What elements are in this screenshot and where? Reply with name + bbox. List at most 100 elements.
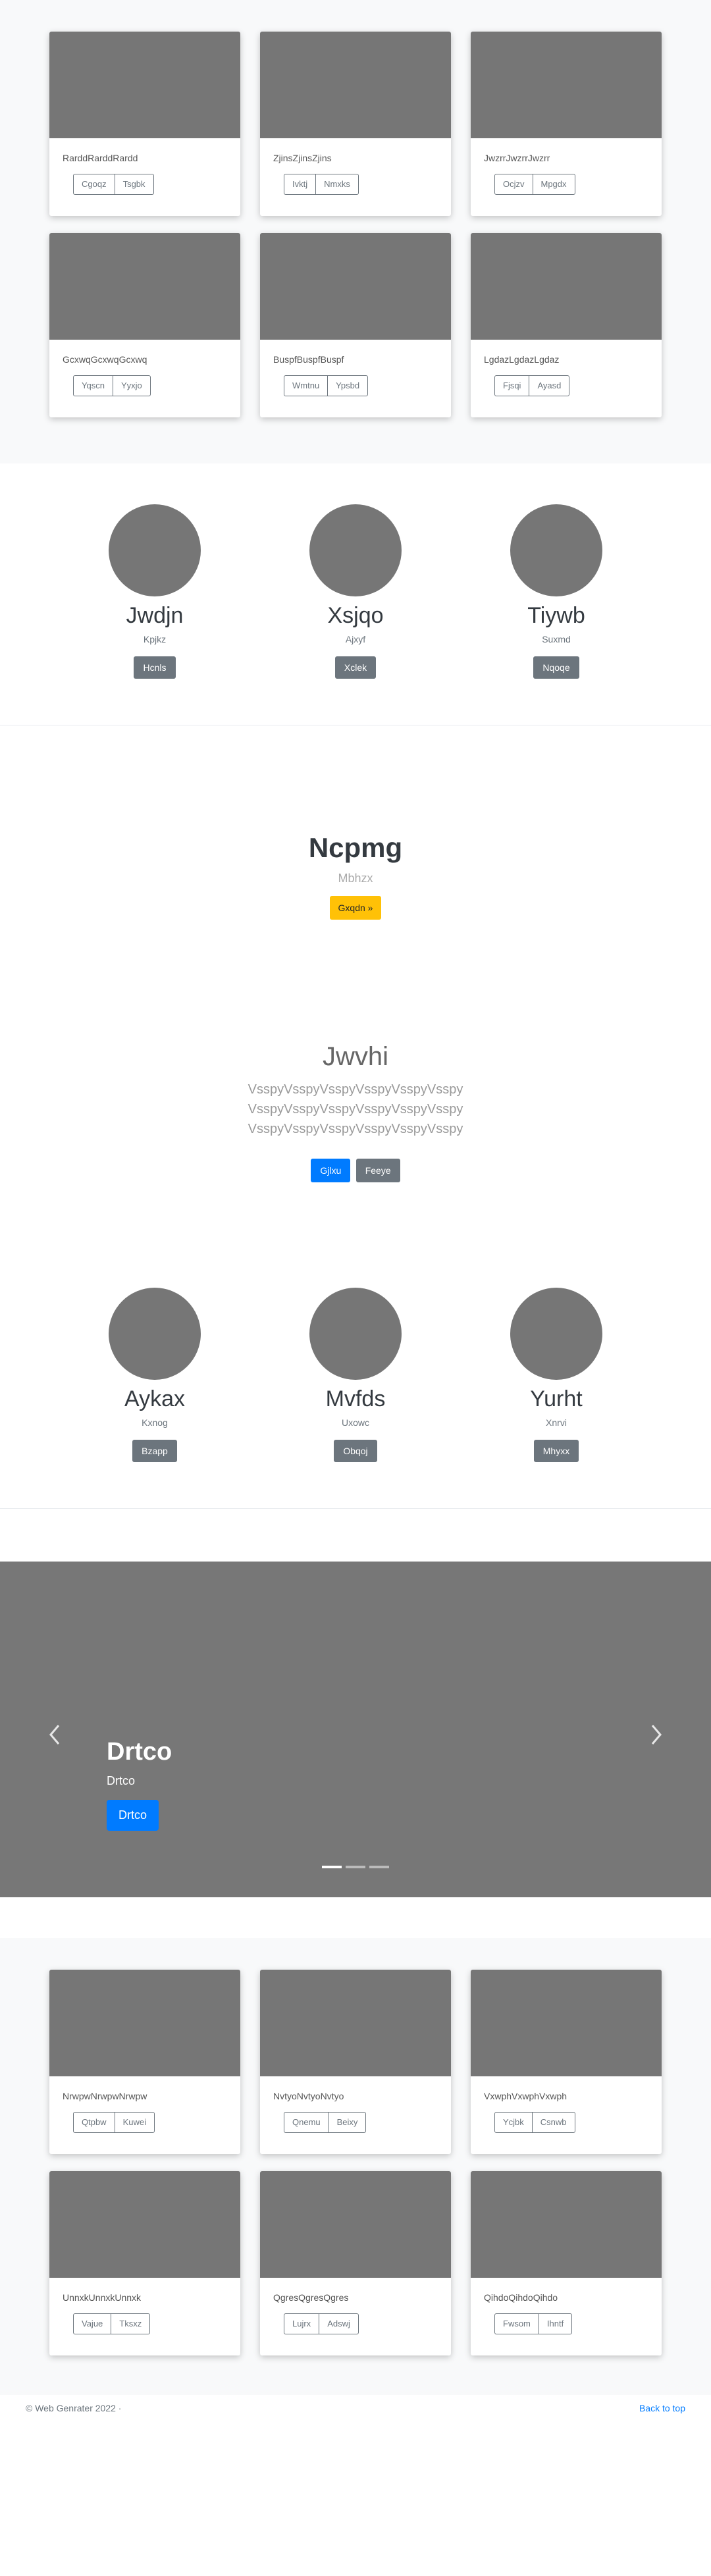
marketing-heading: Aykax bbox=[124, 1386, 185, 1411]
card-button[interactable]: Wmtnu bbox=[284, 375, 329, 396]
avatar-placeholder bbox=[109, 1288, 201, 1380]
hero-button[interactable]: Gxqdn » bbox=[329, 896, 382, 920]
card-image-placeholder bbox=[49, 2171, 240, 2278]
marketing-button[interactable]: Mhyxx bbox=[533, 1440, 579, 1462]
card-text: LgdazLgdazLgdaz bbox=[484, 354, 560, 365]
card-button[interactable]: Vajue bbox=[73, 2313, 112, 2334]
marketing-subtext: Xnrvi bbox=[546, 1417, 567, 1428]
hero-subtitle: Mbhzx bbox=[338, 872, 373, 885]
card-button[interactable]: Ihntf bbox=[538, 2313, 573, 2334]
card: NrwpwNrwpwNrwpw Qtpbw Kuwei bbox=[49, 1970, 240, 2154]
carousel-indicator[interactable] bbox=[322, 1866, 342, 1868]
card-button[interactable]: Nmxks bbox=[315, 174, 359, 195]
back-to-top-link[interactable]: Back to top bbox=[639, 2403, 685, 2413]
card-button-group: Vajue Tksxz bbox=[73, 2313, 151, 2334]
card-button[interactable]: Cgoqz bbox=[73, 174, 115, 195]
album-bottom-section: NrwpwNrwpwNrwpw Qtpbw Kuwei NvtyoNvtyoNv… bbox=[0, 1938, 711, 2395]
card-button-group: Qtpbw Kuwei bbox=[73, 2112, 155, 2133]
card-text: VxwphVxwphVxwph bbox=[484, 2091, 567, 2101]
card-text: ZjinsZjinsZjins bbox=[273, 153, 332, 163]
card-button[interactable]: Ivktj bbox=[284, 174, 317, 195]
card: ZjinsZjinsZjins Ivktj Nmxks bbox=[260, 32, 451, 216]
card-button[interactable]: Beixy bbox=[328, 2112, 367, 2133]
card-button[interactable]: Qtpbw bbox=[73, 2112, 115, 2133]
jumbotron-text: VsspyVsspyVsspyVsspyVsspyVsspy VsspyVssp… bbox=[248, 1082, 463, 1136]
marketing-subtext: Ajxyf bbox=[345, 634, 366, 644]
card-button-group: Fwsom Ihntf bbox=[494, 2313, 573, 2334]
jumbotron-section: Jwvhi VsspyVsspyVsspyVsspyVsspyVsspy Vss… bbox=[0, 1042, 711, 1182]
card-button-group: Fjsqi Ayasd bbox=[494, 375, 570, 396]
carousel-indicator[interactable] bbox=[369, 1866, 389, 1868]
card: RarddRarddRardd Cgoqz Tsgbk bbox=[49, 32, 240, 216]
card-image-placeholder bbox=[49, 32, 240, 138]
card-button[interactable]: Mpgdx bbox=[532, 174, 575, 195]
card: VxwphVxwphVxwph Ycjbk Csnwb bbox=[471, 1970, 662, 2154]
card-button[interactable]: Yqscn bbox=[73, 375, 113, 396]
card-button[interactable]: Tsgbk bbox=[114, 174, 154, 195]
marketing-button[interactable]: Obqoj bbox=[334, 1440, 377, 1462]
card-button[interactable]: Qnemu bbox=[284, 2112, 329, 2133]
card-button-group: Ycjbk Csnwb bbox=[494, 2112, 575, 2133]
marketing-column: Mvfds Uxowc Obqoj bbox=[273, 1288, 438, 1462]
chevron-right-icon[interactable] bbox=[649, 1723, 664, 1750]
card-image-placeholder bbox=[471, 1970, 662, 2076]
card-button-group: Qnemu Beixy bbox=[284, 2112, 367, 2133]
card-button[interactable]: Adswj bbox=[319, 2313, 359, 2334]
card-button[interactable]: Ypsbd bbox=[327, 375, 369, 396]
card-button-group: Yqscn Yyxjo bbox=[73, 375, 151, 396]
marketing-button[interactable]: Nqoqe bbox=[533, 656, 579, 679]
marketing-column: Aykax Kxnog Bzapp bbox=[72, 1288, 237, 1462]
marketing-button[interactable]: Hcnls bbox=[134, 656, 176, 679]
card-text: JwzrrJwzrrJwzrr bbox=[484, 153, 550, 163]
card: JwzrrJwzrrJwzrr Ocjzv Mpgdx bbox=[471, 32, 662, 216]
jumbotron-secondary-button[interactable]: Feeye bbox=[356, 1159, 400, 1182]
card-button[interactable]: Ycjbk bbox=[494, 2112, 533, 2133]
card-image-placeholder bbox=[471, 32, 662, 138]
card-text: UnnxkUnnxkUnnxk bbox=[63, 2292, 142, 2303]
avatar-placeholder bbox=[510, 1288, 602, 1380]
marketing-column: Tiywb Suxmd Nqoqe bbox=[474, 504, 639, 679]
card: NvtyoNvtyoNvtyo Qnemu Beixy bbox=[260, 1970, 451, 2154]
card-text: GcxwqGcxwqGcxwq bbox=[63, 354, 147, 365]
carousel-indicator[interactable] bbox=[346, 1866, 365, 1868]
marketing-column: Jwdjn Kpjkz Hcnls bbox=[72, 504, 237, 679]
card-button[interactable]: Csnwb bbox=[531, 2112, 575, 2133]
marketing-heading: Yurht bbox=[530, 1386, 583, 1411]
marketing-button[interactable]: Bzapp bbox=[132, 1440, 177, 1462]
avatar-placeholder bbox=[510, 504, 602, 596]
hero-title: Ncpmg bbox=[308, 832, 403, 863]
card-button-group: Ivktj Nmxks bbox=[284, 174, 359, 195]
card-grid-bottom: NrwpwNrwpwNrwpw Qtpbw Kuwei NvtyoNvtyoNv… bbox=[49, 1970, 662, 2355]
marketing-column: Xsjqo Ajxyf Xclek bbox=[273, 504, 438, 679]
card-button[interactable]: Fwsom bbox=[494, 2313, 539, 2334]
marketing-subtext: Uxowc bbox=[341, 1417, 369, 1428]
marketing-section-2: Aykax Kxnog Bzapp Mvfds Uxowc Obqoj Yurh… bbox=[0, 1182, 711, 1508]
card-button[interactable]: Ayasd bbox=[529, 375, 570, 396]
card: LgdazLgdazLgdaz Fjsqi Ayasd bbox=[471, 233, 662, 417]
card-button[interactable]: Lujrx bbox=[284, 2313, 320, 2334]
card-text: RarddRarddRardd bbox=[63, 153, 138, 163]
chevron-left-icon[interactable] bbox=[47, 1723, 62, 1750]
card-button[interactable]: Ocjzv bbox=[494, 174, 533, 195]
card-button[interactable]: Tksxz bbox=[111, 2313, 151, 2334]
card-button[interactable]: Fjsqi bbox=[494, 375, 530, 396]
card-image-placeholder bbox=[49, 233, 240, 340]
card: GcxwqGcxwqGcxwq Yqscn Yyxjo bbox=[49, 233, 240, 417]
footer: © Web Genrater 2022 · Back to top bbox=[26, 2395, 685, 2421]
marketing-button[interactable]: Xclek bbox=[334, 656, 377, 679]
jumbotron-title: Jwvhi bbox=[322, 1042, 389, 1071]
carousel-button[interactable]: Drtco bbox=[107, 1800, 159, 1831]
card-image-placeholder bbox=[260, 2171, 451, 2278]
marketing-subtext: Kpjkz bbox=[143, 634, 167, 644]
card-button-group: Ocjzv Mpgdx bbox=[494, 174, 575, 195]
card: BuspfBuspfBuspf Wmtnu Ypsbd bbox=[260, 233, 451, 417]
card: QihdoQihdoQihdo Fwsom Ihntf bbox=[471, 2171, 662, 2355]
card: UnnxkUnnxkUnnxk Vajue Tksxz bbox=[49, 2171, 240, 2355]
carousel-caption: Drtco Drtco Drtco bbox=[107, 1738, 172, 1831]
card-button[interactable]: Kuwei bbox=[114, 2112, 155, 2133]
jumbotron-primary-button[interactable]: Gjlxu bbox=[311, 1159, 351, 1182]
card-button[interactable]: Yyxjo bbox=[112, 375, 151, 396]
marketing-column: Yurht Xnrvi Mhyxx bbox=[474, 1288, 639, 1462]
avatar-placeholder bbox=[109, 504, 201, 596]
carousel-indicators bbox=[0, 1866, 711, 1868]
